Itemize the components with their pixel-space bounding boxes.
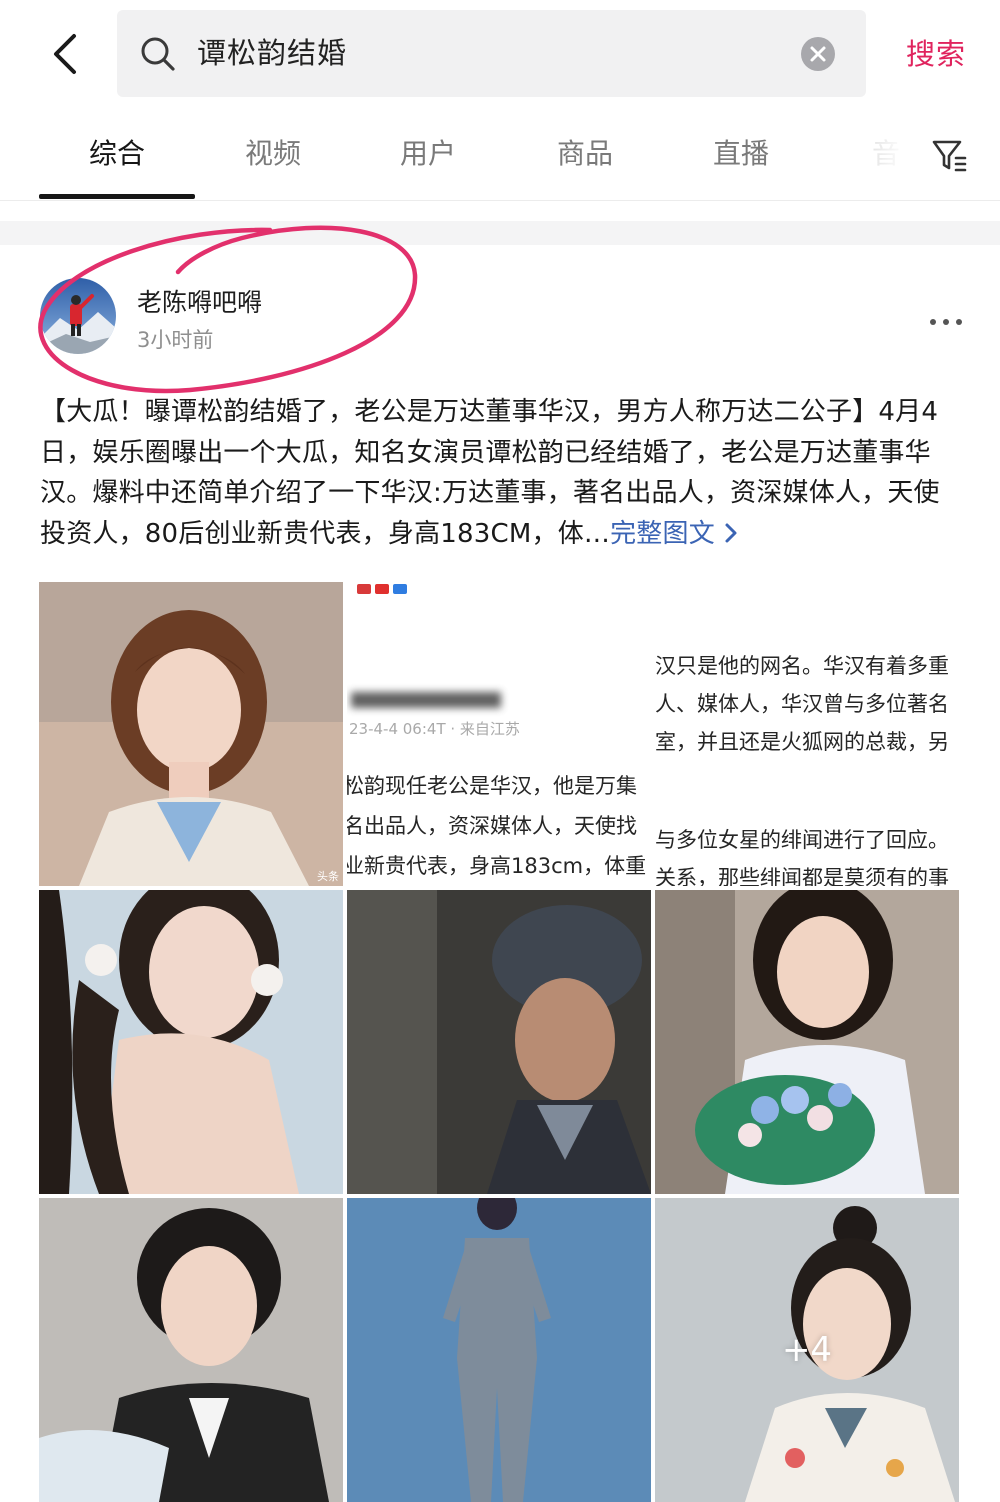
tab-video[interactable]: 视频: [203, 108, 343, 200]
photo-portrait-short-hair: 头条: [39, 582, 343, 886]
post-image-6[interactable]: [655, 890, 959, 1194]
post-image-3[interactable]: 汉只是他的网名。华汉有着多重 人、媒体人，华汉曾与多位著名 室，并且还是火狐网的…: [655, 582, 959, 886]
tab-live[interactable]: 直播: [671, 108, 811, 200]
dot: [930, 319, 936, 325]
post-image-2[interactable]: 23-4-4 06:4T · 来自江苏 松韵现任老公是华汉，他是万集 名出品人，…: [347, 582, 651, 886]
search-query[interactable]: 谭松韵结婚: [197, 10, 347, 97]
search-submit-button[interactable]: 搜索: [906, 0, 966, 108]
screenshot-text-line: 名出品人，资深媒体人，天使找: [347, 814, 637, 838]
close-icon: [810, 46, 826, 62]
author-name[interactable]: 老陈嘚吧嘚: [137, 283, 262, 319]
read-full-article-link[interactable]: 完整图文: [610, 519, 739, 549]
screenshot-text-line: 人、媒体人，华汉曾与多位著名: [655, 692, 949, 716]
photo-portrait-suit: [39, 1198, 343, 1502]
app-icon: [393, 584, 407, 594]
post-body[interactable]: 【大瓜！曝谭松韵结婚了，老公是万达董事华汉，男方人称万达二公子】4月4日，娱乐圈…: [40, 392, 960, 554]
back-button[interactable]: [40, 22, 96, 86]
tabs-fade-overlay: [850, 108, 930, 200]
photo-portrait-pearl-earrings: [39, 890, 343, 1194]
screenshot-meta: 23-4-4 06:4T · 来自江苏: [349, 720, 520, 738]
app-icon: [375, 584, 389, 594]
screenshot-text-line: 与多位女星的绯闻进行了回应。: [655, 828, 949, 852]
image-watermark: 头条: [317, 869, 339, 883]
search-category-tabs: 综合 视频 用户 商品 直播 音: [0, 108, 1000, 201]
photo-costume-drama: [347, 890, 651, 1194]
status-bar: [347, 582, 651, 596]
post-image-1[interactable]: 头条: [39, 582, 343, 886]
more-images-count: +4: [781, 1330, 833, 1370]
clear-search-button[interactable]: [801, 37, 835, 71]
search-input[interactable]: 谭松韵结婚: [117, 10, 866, 97]
author-avatar[interactable]: [40, 278, 116, 354]
tab-user[interactable]: 用户: [358, 108, 498, 200]
screenshot-text-line: 业新贵代表，身高183cm，体重: [347, 854, 647, 878]
tab-goods[interactable]: 商品: [515, 108, 655, 200]
search-icon: [141, 37, 175, 71]
screenshot-text-line: 室，并且还是火狐网的总裁，另: [655, 730, 949, 754]
more-options-button[interactable]: [926, 312, 966, 332]
blurred-username: [351, 692, 501, 708]
screenshot-text-line: 汉只是他的网名。华汉有着多重: [655, 654, 949, 678]
post-image-9[interactable]: +4: [655, 1198, 959, 1502]
filter-button[interactable]: [930, 136, 968, 174]
post-timestamp: 3小时前: [137, 328, 214, 352]
search-header: 谭松韵结婚 搜索: [0, 0, 1000, 108]
active-tab-indicator: [39, 194, 195, 199]
post-image-4[interactable]: [39, 890, 343, 1194]
avatar-image: [40, 278, 116, 354]
photo-portrait-flowers: [655, 890, 959, 1194]
post-text: 【大瓜！曝谭松韵结婚了，老公是万达董事华汉，男方人称万达二公子】4月4日，娱乐圈…: [40, 397, 940, 549]
dot: [956, 319, 962, 325]
chevron-right-icon: [725, 523, 737, 542]
post-image-7[interactable]: [39, 1198, 343, 1502]
dot: [943, 319, 949, 325]
read-more-label: 完整图文: [610, 518, 715, 549]
screenshot-text-line: 关系，那些绯闻都是莫须有的事: [655, 866, 949, 886]
tab-comprehensive[interactable]: 综合: [47, 108, 187, 200]
app-icon: [357, 584, 371, 594]
post-image-8[interactable]: [347, 1198, 651, 1502]
photo-stage-jumpsuit: [347, 1198, 651, 1502]
section-divider: [0, 221, 1000, 245]
filter-icon: [932, 140, 967, 172]
post-image-5[interactable]: [347, 890, 651, 1194]
screenshot-text-line: 松韵现任老公是华汉，他是万集: [347, 774, 637, 798]
chevron-left-icon: [54, 34, 76, 74]
